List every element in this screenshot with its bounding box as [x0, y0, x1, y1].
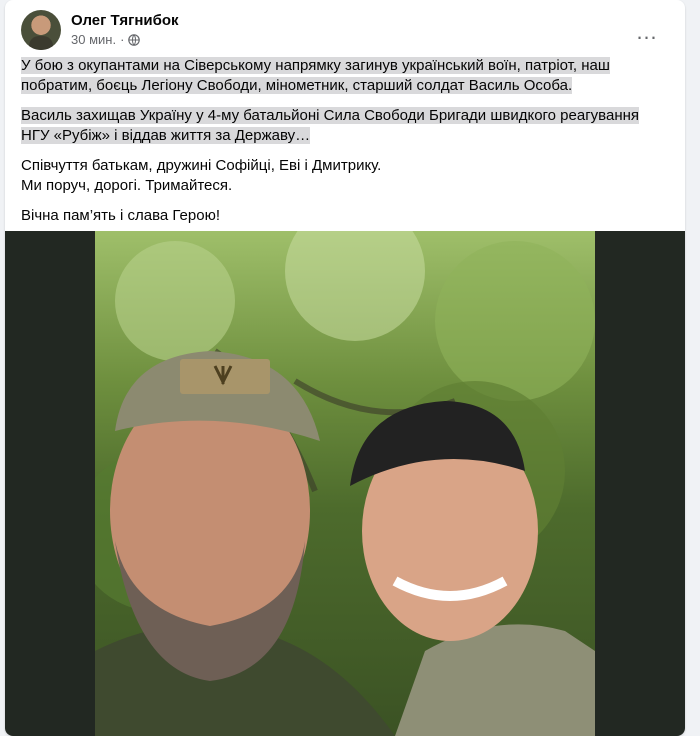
post-paragraph: Василь захищав Україну у 4-му батальйоні…: [21, 107, 640, 144]
post-paragraph: Співчуття батькам, дружині Софійці, Еві …: [21, 157, 382, 174]
post-photo[interactable]: [5, 231, 685, 736]
more-options-button[interactable]: …: [629, 14, 665, 50]
post-time[interactable]: 30 мин.: [71, 32, 116, 47]
post-paragraph: Вічна пам’ять і слава Герою!: [21, 207, 220, 224]
more-icon: …: [635, 19, 659, 44]
post-paragraph: У бою з окупантами на Сіверському напрям…: [21, 57, 610, 94]
meta-separator: ·: [120, 32, 125, 47]
post-header: Олег Тягнибок 30 мин. · …: [21, 10, 669, 52]
globe-icon: [128, 33, 141, 46]
author-avatar[interactable]: [21, 10, 61, 50]
post-meta: 30 мин. ·: [71, 32, 141, 47]
post-text: У бою з окупантами на Сіверському напрям…: [21, 56, 669, 236]
photo-image: [95, 231, 595, 736]
post-paragraph: Ми поруч, дорогі. Тримайтеся.: [21, 177, 233, 194]
photo-illustration: [95, 231, 595, 736]
author-name[interactable]: Олег Тягнибок: [71, 12, 179, 29]
post-card: Олег Тягнибок 30 мин. · … У бою з окупан…: [5, 0, 685, 736]
